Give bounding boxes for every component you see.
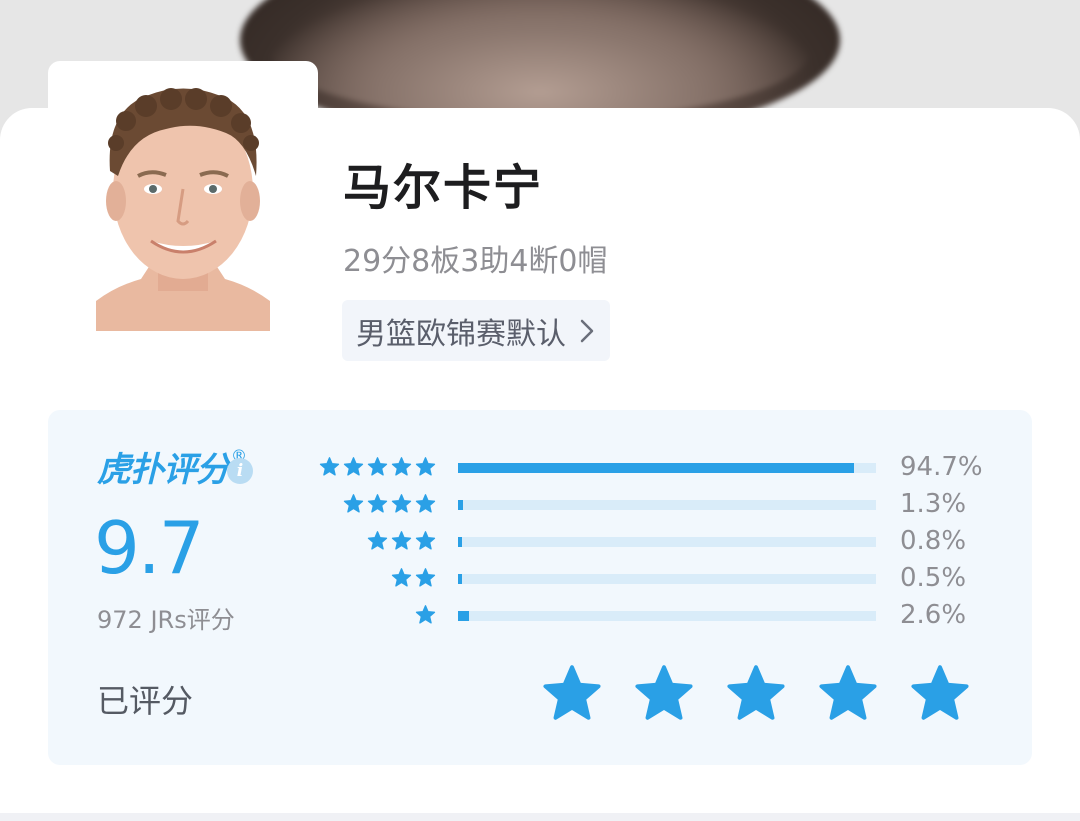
distribution-row-3-star: 0.8% (308, 526, 1008, 556)
star-icon (415, 568, 436, 587)
rating-panel: 虎扑评分 ® i 9.7 972 JRs评分 94.7% 1.3% 0.8% 0.5%… (48, 410, 1032, 765)
distribution-percent: 2.6% (900, 600, 967, 630)
distribution-percent: 0.5% (900, 563, 967, 593)
star-icon (367, 531, 388, 550)
info-icon[interactable]: i (227, 458, 253, 484)
rating-score: 9.7 (94, 506, 205, 590)
distribution-bar-track (458, 500, 876, 510)
star-icon (415, 605, 436, 624)
star-icon (367, 494, 388, 513)
distribution-row-5-star: 94.7% (308, 452, 1008, 482)
distribution-percent: 0.8% (900, 526, 967, 556)
player-rating-card: 马尔卡宁 29分8板3助4断0帽 男篮欧锦赛默认 虎扑评分 ® i 9.7 97… (0, 61, 1080, 821)
star-icon (343, 457, 364, 476)
distribution-row-2-star: 0.5% (308, 563, 1008, 593)
distribution-bar-fill (458, 537, 463, 547)
avatar (96, 88, 270, 331)
star-icon (343, 494, 364, 513)
row-stars (415, 604, 436, 628)
distribution-bar-track (458, 463, 876, 473)
chevron-right-icon (580, 319, 594, 342)
star-icon (391, 494, 412, 513)
row-stars (391, 567, 436, 591)
row-stars (319, 456, 436, 480)
star-icon (415, 457, 436, 476)
distribution-row-1-star: 2.6% (308, 600, 1008, 630)
hupu-rating-logo: 虎扑评分 ® (97, 446, 247, 492)
star-icon[interactable] (817, 663, 879, 723)
star-icon (391, 531, 412, 550)
distribution-bar-track (458, 537, 876, 547)
league-filter-label: 男篮欧锦赛默认 (356, 316, 566, 352)
player-stats-line: 29分8板3助4断0帽 (343, 244, 608, 279)
distribution-bar-fill (458, 463, 854, 473)
star-icon[interactable] (725, 663, 787, 723)
star-icon[interactable] (633, 663, 695, 723)
brand-text: 虎扑评分 (97, 450, 230, 490)
rating-count: 972 JRs评分 (97, 606, 235, 634)
bottom-divider (0, 813, 1080, 821)
avatar-container (48, 61, 318, 331)
distribution-percent: 1.3% (900, 489, 967, 519)
star-icon (415, 531, 436, 550)
distribution-bar-fill (458, 500, 464, 510)
user-rating-stars[interactable] (541, 663, 971, 723)
distribution-bar-track (458, 574, 876, 584)
star-icon (391, 457, 412, 476)
star-icon (367, 457, 388, 476)
star-icon (319, 457, 340, 476)
star-icon[interactable] (541, 663, 603, 723)
star-icon[interactable] (909, 663, 971, 723)
distribution-percent: 94.7% (900, 452, 983, 482)
row-stars (367, 530, 436, 554)
row-stars (343, 493, 436, 517)
star-icon (415, 494, 436, 513)
distribution-bar-track (458, 611, 876, 621)
player-name: 马尔卡宁 (343, 160, 544, 216)
distribution-row-4-star: 1.3% (308, 489, 1008, 519)
star-icon (391, 568, 412, 587)
rated-status-label: 已评分 (97, 682, 194, 720)
distribution-bar-fill (458, 574, 463, 584)
league-filter-button[interactable]: 男篮欧锦赛默认 (342, 300, 610, 361)
distribution-bar-fill (458, 611, 469, 621)
